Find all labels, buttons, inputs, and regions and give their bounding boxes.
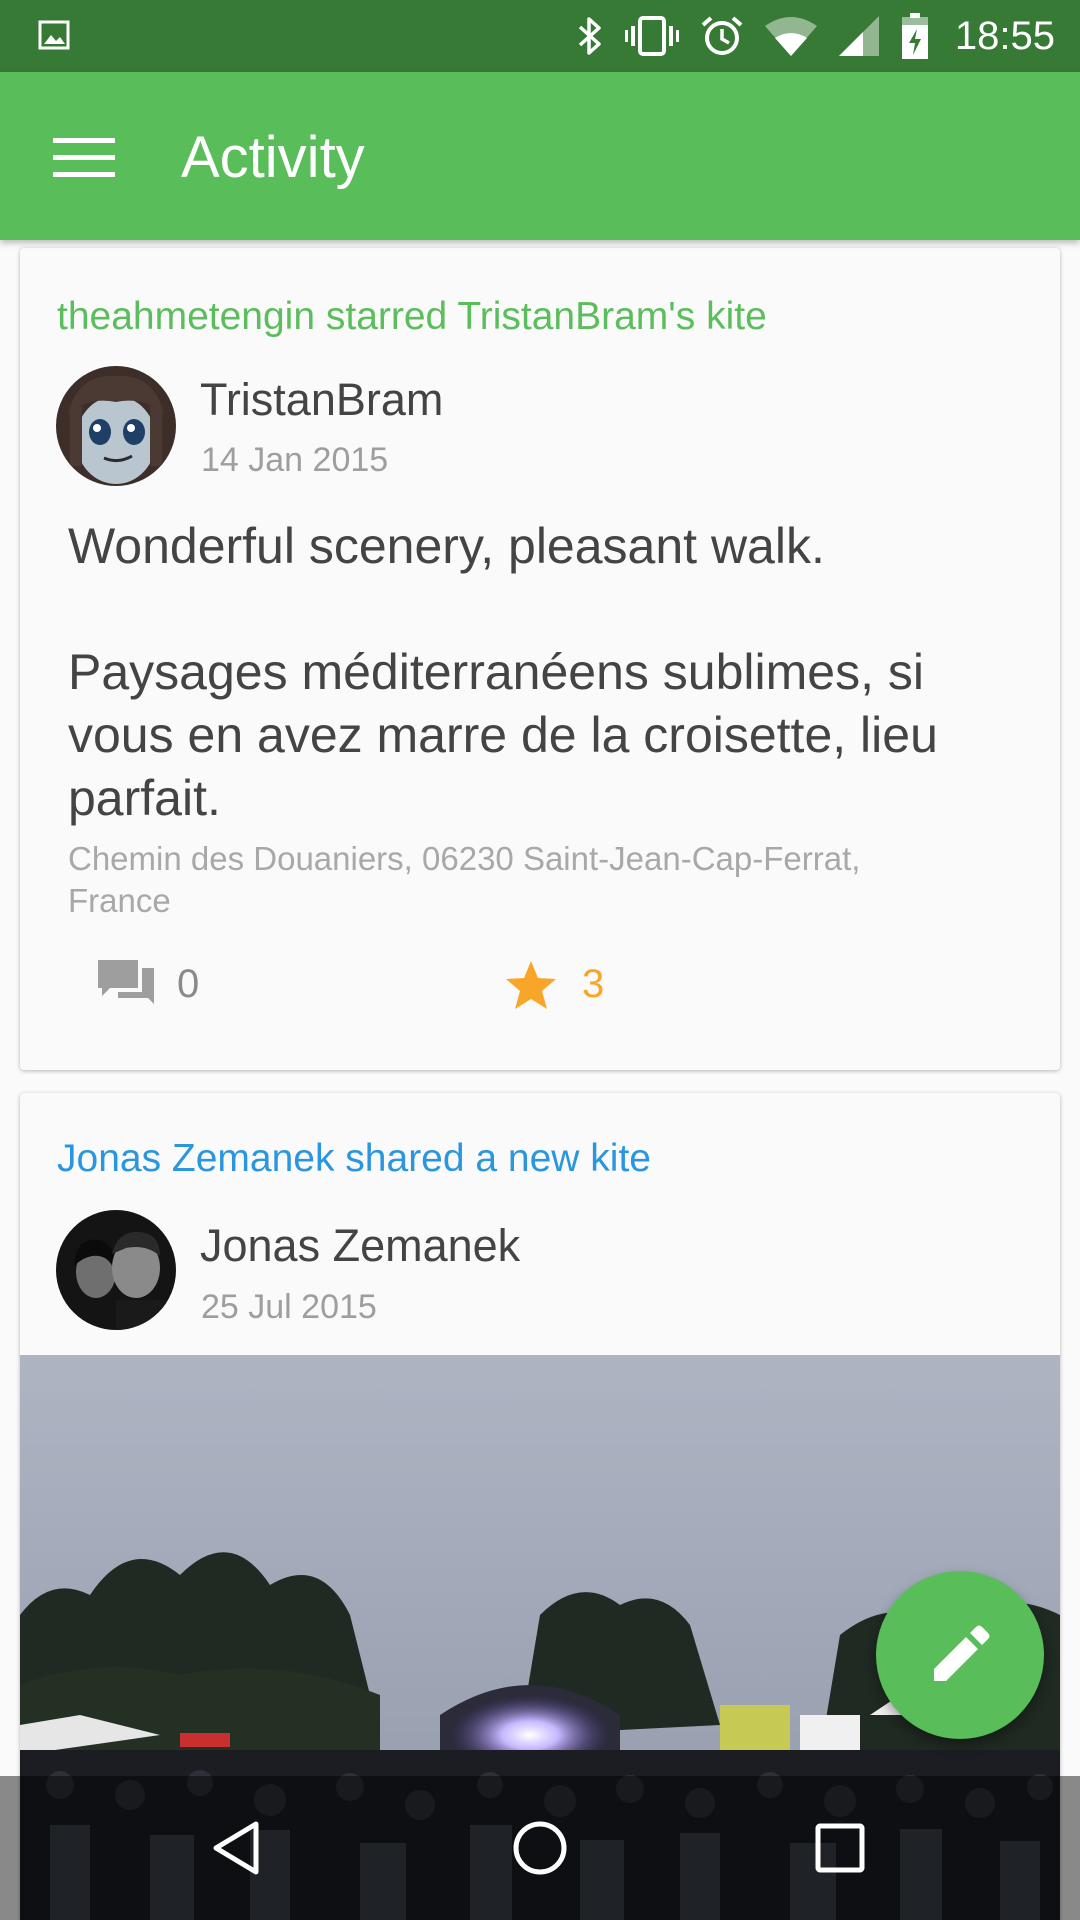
star-icon[interactable]	[504, 959, 558, 1013]
comment-count[interactable]: 0	[177, 962, 199, 1007]
vibrate-icon	[624, 16, 679, 56]
back-icon[interactable]	[206, 1816, 270, 1880]
location-text[interactable]: Chemin des Douaniers, 06230 Saint-Jean-C…	[68, 838, 968, 922]
post-text: Wonderful scenery, pleasant walk. Paysag…	[68, 518, 938, 826]
activity-description[interactable]: Jonas Zemanek shared a new kite	[57, 1137, 651, 1181]
activity-card[interactable]: theahmetengin starred TristanBram's kite…	[20, 248, 1060, 1070]
post-date: 25 Jul 2015	[201, 1288, 377, 1326]
app-bar: Activity	[0, 72, 1080, 240]
avatar[interactable]	[56, 1210, 176, 1330]
user-name[interactable]: Jonas Zemanek	[200, 1220, 520, 1272]
post-date: 14 Jan 2015	[201, 441, 389, 479]
avatar[interactable]	[56, 366, 176, 486]
activity-description[interactable]: theahmetengin starred TristanBram's kite	[57, 295, 767, 339]
navigation-bar	[0, 1776, 1080, 1920]
pencil-icon	[934, 1625, 990, 1681]
recents-icon[interactable]	[808, 1816, 872, 1880]
hamburger-menu-icon[interactable]	[53, 138, 115, 178]
image-icon	[38, 20, 70, 50]
page-title: Activity	[181, 125, 365, 190]
battery-charging-icon	[901, 13, 929, 59]
compose-fab-button[interactable]	[876, 1571, 1044, 1739]
bluetooth-icon	[577, 15, 603, 57]
wifi-icon	[764, 16, 817, 56]
star-count[interactable]: 3	[582, 962, 604, 1007]
home-icon[interactable]	[508, 1816, 572, 1880]
status-icons: 18:55	[577, 0, 1080, 72]
status-bar: 18:55	[0, 0, 1080, 72]
signal-icon	[838, 16, 879, 56]
alarm-icon	[701, 15, 743, 57]
user-name[interactable]: TristanBram	[200, 374, 443, 426]
comment-icon[interactable]	[98, 958, 156, 1012]
status-clock: 18:55	[954, 13, 1055, 58]
